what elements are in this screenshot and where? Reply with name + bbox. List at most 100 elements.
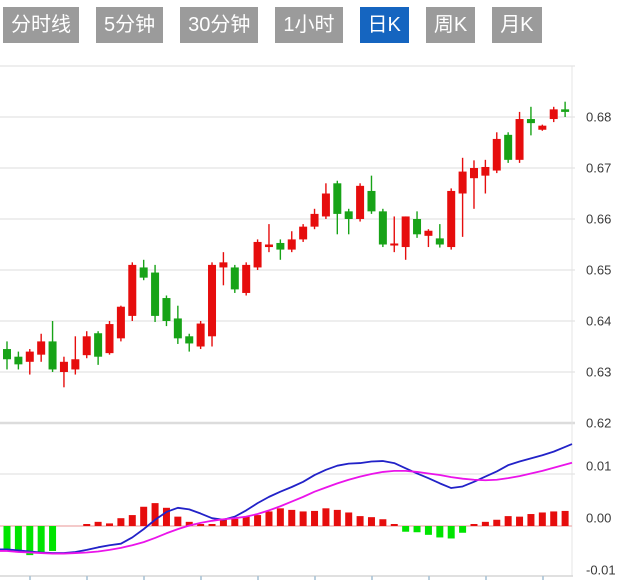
tab-daily-k[interactable]: 日K	[360, 7, 409, 43]
macd-bar	[436, 526, 443, 537]
macd-bar	[220, 520, 227, 526]
macd-bar	[516, 517, 523, 526]
macd-bar	[288, 510, 295, 526]
macd-bar	[448, 526, 455, 538]
candle	[356, 186, 364, 219]
price-axis-label: 0.67	[586, 161, 611, 176]
candle	[459, 172, 467, 194]
candle	[231, 267, 239, 289]
kline-app: 分时线5分钟30分钟1小时日K周K月K 0.680.670.660.650.64…	[0, 0, 625, 580]
price-axis-label: 0.65	[586, 263, 611, 278]
macd-bar	[117, 518, 124, 526]
candle	[265, 245, 273, 248]
candle	[94, 333, 102, 356]
candle	[14, 357, 22, 365]
candle	[390, 243, 398, 245]
macd-bar	[209, 524, 216, 526]
candle	[276, 243, 284, 250]
macd-bar	[106, 523, 113, 526]
macd-histogram	[4, 503, 569, 555]
macd-bar	[459, 526, 466, 533]
candle	[436, 238, 444, 244]
macd-bar	[368, 517, 375, 526]
candle	[470, 168, 478, 178]
candle	[106, 324, 114, 353]
macd-bar	[334, 510, 341, 526]
tab-monthly-k[interactable]: 月K	[492, 7, 541, 43]
macd-axis-label: -0.01	[586, 563, 616, 578]
macd-bar	[129, 515, 136, 526]
macd-bar	[357, 516, 364, 526]
macd-axis-label: 0.01	[586, 459, 611, 474]
candle	[49, 341, 57, 369]
candle	[151, 273, 159, 316]
candle	[71, 359, 79, 369]
tab-1hour[interactable]: 1小时	[275, 7, 342, 43]
candle	[333, 183, 341, 214]
macd-bar	[391, 524, 398, 526]
macd-axis-labels: 0.01 0.00 -0.01	[586, 459, 616, 578]
candle	[83, 336, 91, 355]
price-axis-label: 0.64	[586, 314, 611, 329]
candle	[128, 265, 136, 316]
candle	[402, 216, 410, 247]
candle	[504, 135, 512, 160]
candle	[561, 109, 569, 112]
macd-bar	[414, 526, 421, 532]
tab-30min[interactable]: 30分钟	[180, 7, 258, 43]
macd-bar	[4, 526, 11, 551]
candle	[3, 349, 11, 359]
candle	[162, 298, 170, 321]
macd-bar	[311, 511, 318, 526]
macd-bar	[231, 519, 238, 526]
candles	[3, 102, 569, 388]
macd-bar	[562, 511, 569, 526]
dif-line	[0, 444, 572, 553]
macd-bar	[322, 508, 329, 526]
macd-bar	[300, 511, 307, 526]
candle	[481, 167, 489, 176]
price-axis-label: 0.66	[586, 212, 611, 227]
macd-bar	[277, 508, 284, 526]
macd-bar	[265, 511, 272, 526]
period-tab-bar: 分时线 5分钟 30分钟 1小时日K 周K 月K	[3, 7, 542, 43]
price-axis-label: 0.62	[586, 416, 611, 431]
macd-bar	[505, 516, 512, 526]
price-gridlines	[0, 66, 575, 576]
candle	[185, 336, 193, 343]
candle	[208, 265, 216, 336]
macd-bar	[15, 526, 22, 553]
candle	[413, 219, 421, 234]
candle	[311, 214, 319, 227]
macd-bar	[83, 524, 90, 526]
macd-bar	[38, 526, 45, 553]
macd-bar	[243, 517, 250, 526]
macd-bar	[425, 526, 432, 535]
candle	[140, 267, 148, 277]
candle	[367, 191, 375, 211]
tab-minute-line[interactable]: 分时线	[3, 7, 79, 43]
macd-bar	[345, 512, 352, 526]
candle	[550, 109, 558, 119]
macd-bar	[527, 514, 534, 526]
candle	[197, 324, 205, 347]
candle	[174, 318, 182, 338]
macd-bar	[493, 520, 500, 526]
candle	[37, 341, 45, 354]
candle	[538, 126, 546, 130]
macd-bar	[539, 512, 546, 526]
macd-bar	[140, 507, 147, 526]
candle	[527, 119, 535, 123]
price-axis-labels: 0.680.670.660.650.640.630.62	[586, 110, 611, 431]
macd-bar	[49, 526, 56, 551]
macd-axis-label: 0.00	[586, 511, 611, 526]
macd-gridlines	[0, 474, 575, 580]
macd-bar	[174, 517, 181, 526]
tab-5min[interactable]: 5分钟	[96, 7, 163, 43]
candle	[516, 119, 524, 160]
candle	[60, 362, 68, 372]
tab-weekly-k[interactable]: 周K	[426, 7, 475, 43]
macd-bar	[402, 526, 409, 532]
candle	[299, 227, 307, 240]
candle	[424, 231, 432, 236]
